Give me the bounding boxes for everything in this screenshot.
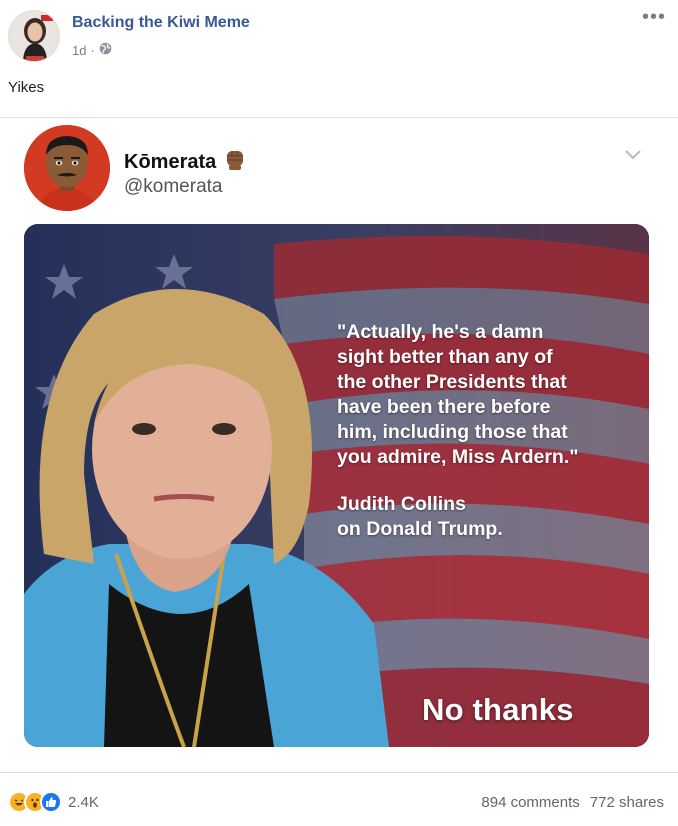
- post-header: Backing the Kiwi Meme 1d · •••: [0, 0, 678, 70]
- page-avatar-image: [9, 11, 59, 61]
- post-text: Yikes: [8, 79, 45, 96]
- meme-quote-text: "Actually, he's a damn sight better than…: [337, 321, 579, 468]
- reactions-summary[interactable]: 2.4K: [8, 791, 99, 813]
- like-icon: [40, 791, 62, 813]
- tweet-author-name[interactable]: Kōmerata: [124, 146, 248, 178]
- reaction-count[interactable]: 2.4K: [68, 794, 99, 811]
- tweet-handle[interactable]: @komerata: [124, 176, 223, 198]
- american-flag-background: [24, 224, 649, 747]
- comments-link[interactable]: 894 comments: [481, 794, 579, 811]
- more-options-icon[interactable]: •••: [642, 6, 666, 29]
- cartoon-avatar-image: [24, 125, 110, 211]
- meme-image[interactable]: "Actually, he's a damn sight better than…: [24, 224, 649, 747]
- post-time[interactable]: 1d: [72, 43, 86, 58]
- raised-fist-icon: [222, 146, 248, 178]
- chevron-down-icon[interactable]: [624, 148, 642, 166]
- globe-icon: [99, 42, 112, 58]
- meta-separator: ·: [90, 42, 95, 58]
- no-thanks-logo: No thanks: [422, 692, 574, 727]
- post-footer: 2.4K 894 comments 772 shares: [0, 782, 678, 822]
- shared-tweet-card[interactable]: Kōmerata @komerata "Actually, he's a dam…: [0, 117, 678, 773]
- shares-link[interactable]: 772 shares: [590, 794, 664, 811]
- meme-attribution: Judith Collins on Donald Trump.: [337, 493, 503, 540]
- post-meta: 1d ·: [72, 42, 112, 58]
- page-name-link[interactable]: Backing the Kiwi Meme: [72, 14, 250, 32]
- tweet-avatar[interactable]: [24, 125, 110, 211]
- engagement-stats: 894 comments 772 shares: [481, 794, 664, 811]
- tweet-author-label: Kōmerata: [124, 150, 217, 173]
- page-avatar[interactable]: [8, 10, 60, 62]
